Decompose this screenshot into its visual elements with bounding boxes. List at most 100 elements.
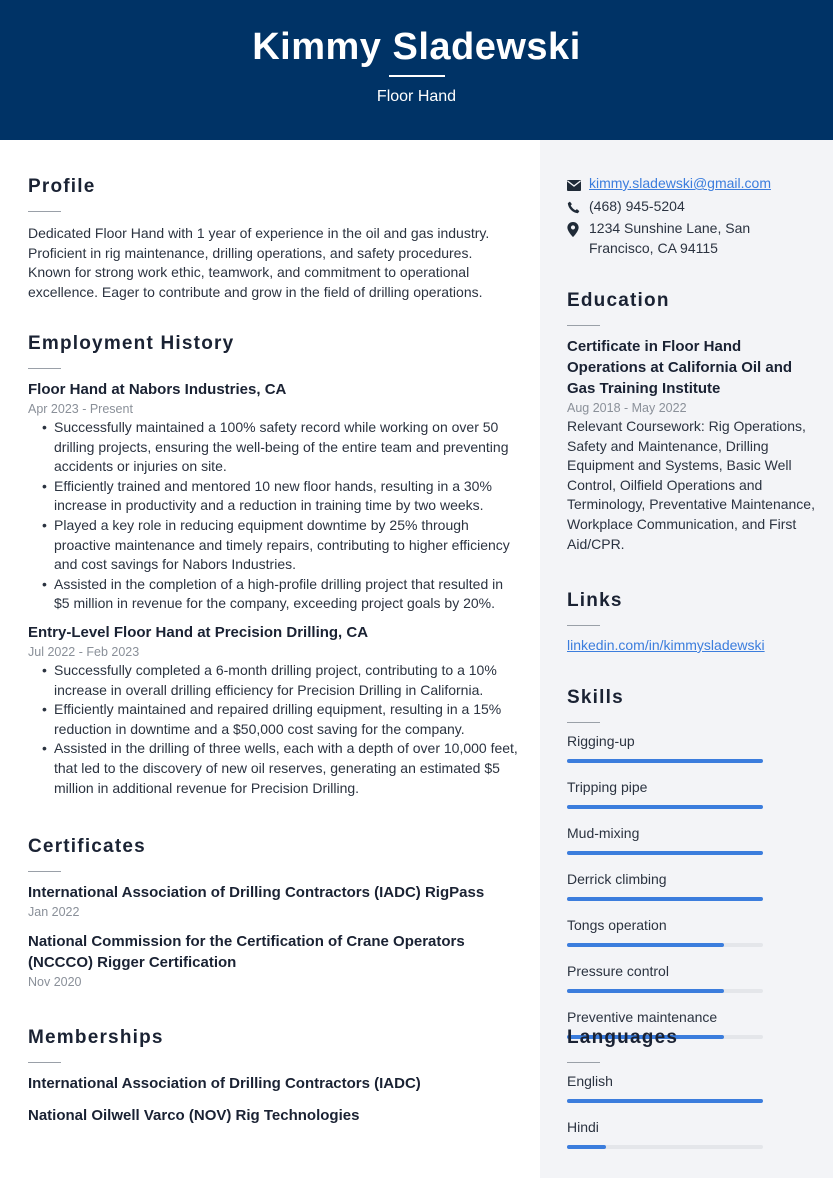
contact-email: kimmy.sladewski@gmail.com <box>567 174 817 197</box>
education-title: Certificate in Floor Hand Operations at … <box>567 338 793 397</box>
membership-item: International Association of Drilling Co… <box>28 1075 421 1092</box>
certificate-title: National Commission for the Certificatio… <box>28 933 465 971</box>
profile-summary: Dedicated Floor Hand with 1 year of expe… <box>28 225 490 300</box>
certificate-date: Jan 2022 <box>28 905 80 919</box>
language-bar-fill <box>567 1145 607 1149</box>
section-divider <box>567 325 600 326</box>
skill-bar-track <box>567 851 763 855</box>
resume-header: Kimmy Sladewski Floor Hand <box>0 0 833 140</box>
skill-label: Mud-mixing <box>567 825 640 841</box>
section-title-employment: Employment History <box>28 333 235 354</box>
skill-label: Tripping pipe <box>567 779 648 795</box>
language-bar-track <box>567 1099 763 1103</box>
certificate-title: International Association of Drilling Co… <box>28 884 485 901</box>
skill-label: Tongs operation <box>567 917 667 933</box>
email-link[interactable]: kimmy.sladewski@gmail.com <box>589 174 771 194</box>
map-pin-icon <box>567 219 589 243</box>
skill-bar-fill <box>567 897 763 901</box>
section-divider <box>567 625 600 626</box>
skill-bar-fill <box>567 851 763 855</box>
phone-number: (468) 945-5204 <box>589 197 685 214</box>
languages-section: Languages English Hindi <box>567 1026 817 1149</box>
job-title: Entry-Level Floor Hand at Precision Dril… <box>28 623 369 641</box>
job-achievements: Successfully completed a 6-month drillin… <box>42 661 518 798</box>
job-dates: Apr 2023 - Present <box>28 402 133 416</box>
section-title-education: Education <box>567 290 670 311</box>
certificate-item: National Commission for the Certificatio… <box>28 931 468 991</box>
section-title-memberships: Memberships <box>28 1027 164 1048</box>
job-dates: Jul 2022 - Feb 2023 <box>28 644 140 659</box>
language-label: Hindi <box>567 1119 599 1135</box>
contact-address: 1234 Sunshine Lane, San Francisco, CA 94… <box>567 219 817 258</box>
achievement-item: Efficiently trained and mentored 10 new … <box>42 477 518 516</box>
achievement-item: Efficiently maintained and repaired dril… <box>42 700 518 739</box>
contact-phone: (468) 945-5204 <box>567 197 817 220</box>
employment-section: Employment History Floor Hand at Nabors … <box>28 332 518 798</box>
achievement-item: Assisted in the completion of a high-pro… <box>42 575 518 614</box>
languages-list: English Hindi <box>567 1072 817 1149</box>
certificate-item: International Association of Drilling Co… <box>28 882 518 921</box>
candidate-job-title: Floor Hand <box>376 88 457 105</box>
section-title-certificates: Certificates <box>28 836 146 857</box>
linkedin-link[interactable]: linkedin.com/in/kimmysladewski <box>567 636 817 656</box>
skill-bar-fill <box>567 759 763 763</box>
language-item: Hindi <box>567 1118 817 1149</box>
skills-list: Rigging-up Tripping pipe Mud-mixing Derr… <box>567 732 817 1039</box>
skill-item: Rigging-up <box>567 732 817 763</box>
skill-label: Derrick climbing <box>567 871 667 887</box>
skill-bar-track <box>567 897 763 901</box>
skill-bar-track <box>567 805 763 809</box>
skill-item: Derrick climbing <box>567 870 817 901</box>
achievement-item: Successfully completed a 6-month drillin… <box>42 661 518 700</box>
section-title-profile: Profile <box>28 176 96 197</box>
section-divider <box>28 871 61 872</box>
language-label: English <box>567 1073 613 1089</box>
section-divider <box>28 1062 61 1063</box>
skill-bar-track <box>567 759 763 763</box>
envelope-icon <box>567 174 589 197</box>
education-section: Education Certificate in Floor Hand Oper… <box>567 289 817 554</box>
job-achievements: Successfully maintained a 100% safety re… <box>42 418 518 614</box>
section-divider <box>567 722 600 723</box>
skill-bar-track <box>567 989 763 993</box>
skill-bar-fill <box>567 943 724 947</box>
skill-item: Tripping pipe <box>567 778 817 809</box>
section-divider <box>28 211 61 212</box>
language-bar-track <box>567 1145 763 1149</box>
education-dates: Aug 2018 - May 2022 <box>567 401 687 415</box>
skills-section: Skills Rigging-up Tripping pipe Mud-mixi… <box>567 686 817 1039</box>
links-section: Links linkedin.com/in/kimmysladewski <box>567 589 817 656</box>
achievement-item: Played a key role in reducing equipment … <box>42 516 518 575</box>
certificate-date: Nov 2020 <box>28 975 82 989</box>
phone-icon <box>567 197 589 220</box>
skill-label: Preventive maintenance <box>567 1009 718 1025</box>
skill-item: Tongs operation <box>567 916 817 947</box>
contact-block: kimmy.sladewski@gmail.com (468) 945-5204… <box>567 174 817 258</box>
section-title-skills: Skills <box>567 687 624 708</box>
section-divider <box>567 1062 600 1063</box>
section-title-links: Links <box>567 590 623 611</box>
membership-item: National Oilwell Varco (NOV) Rig Technol… <box>28 1107 360 1124</box>
skill-item: Pressure control <box>567 962 817 993</box>
language-bar-fill <box>567 1099 763 1103</box>
profile-section: Profile Dedicated Floor Hand with 1 year… <box>28 175 518 302</box>
skill-item: Mud-mixing <box>567 824 817 855</box>
skill-label: Rigging-up <box>567 733 635 749</box>
job-entry: Entry-Level Floor Hand at Precision Dril… <box>28 622 518 798</box>
skill-bar-fill <box>567 805 763 809</box>
job-entry: Floor Hand at Nabors Industries, CA Apr … <box>28 379 518 614</box>
achievement-item: Assisted in the drilling of three wells,… <box>42 739 518 798</box>
section-divider <box>28 368 61 369</box>
certificates-section: Certificates International Association o… <box>28 835 518 991</box>
language-item: English <box>567 1072 817 1103</box>
skill-bar-fill <box>567 989 724 993</box>
skill-bar-track <box>567 943 763 947</box>
achievement-item: Successfully maintained a 100% safety re… <box>42 418 518 477</box>
skill-label: Pressure control <box>567 963 669 979</box>
header-divider <box>389 75 445 77</box>
candidate-name: Kimmy Sladewski <box>252 26 581 68</box>
section-title-languages: Languages <box>567 1027 679 1048</box>
education-description: Relevant Coursework: Rig Operations, Saf… <box>567 418 815 552</box>
job-title: Floor Hand at Nabors Industries, CA <box>28 381 287 398</box>
address-text: 1234 Sunshine Lane, San Francisco, CA 94… <box>589 220 751 256</box>
